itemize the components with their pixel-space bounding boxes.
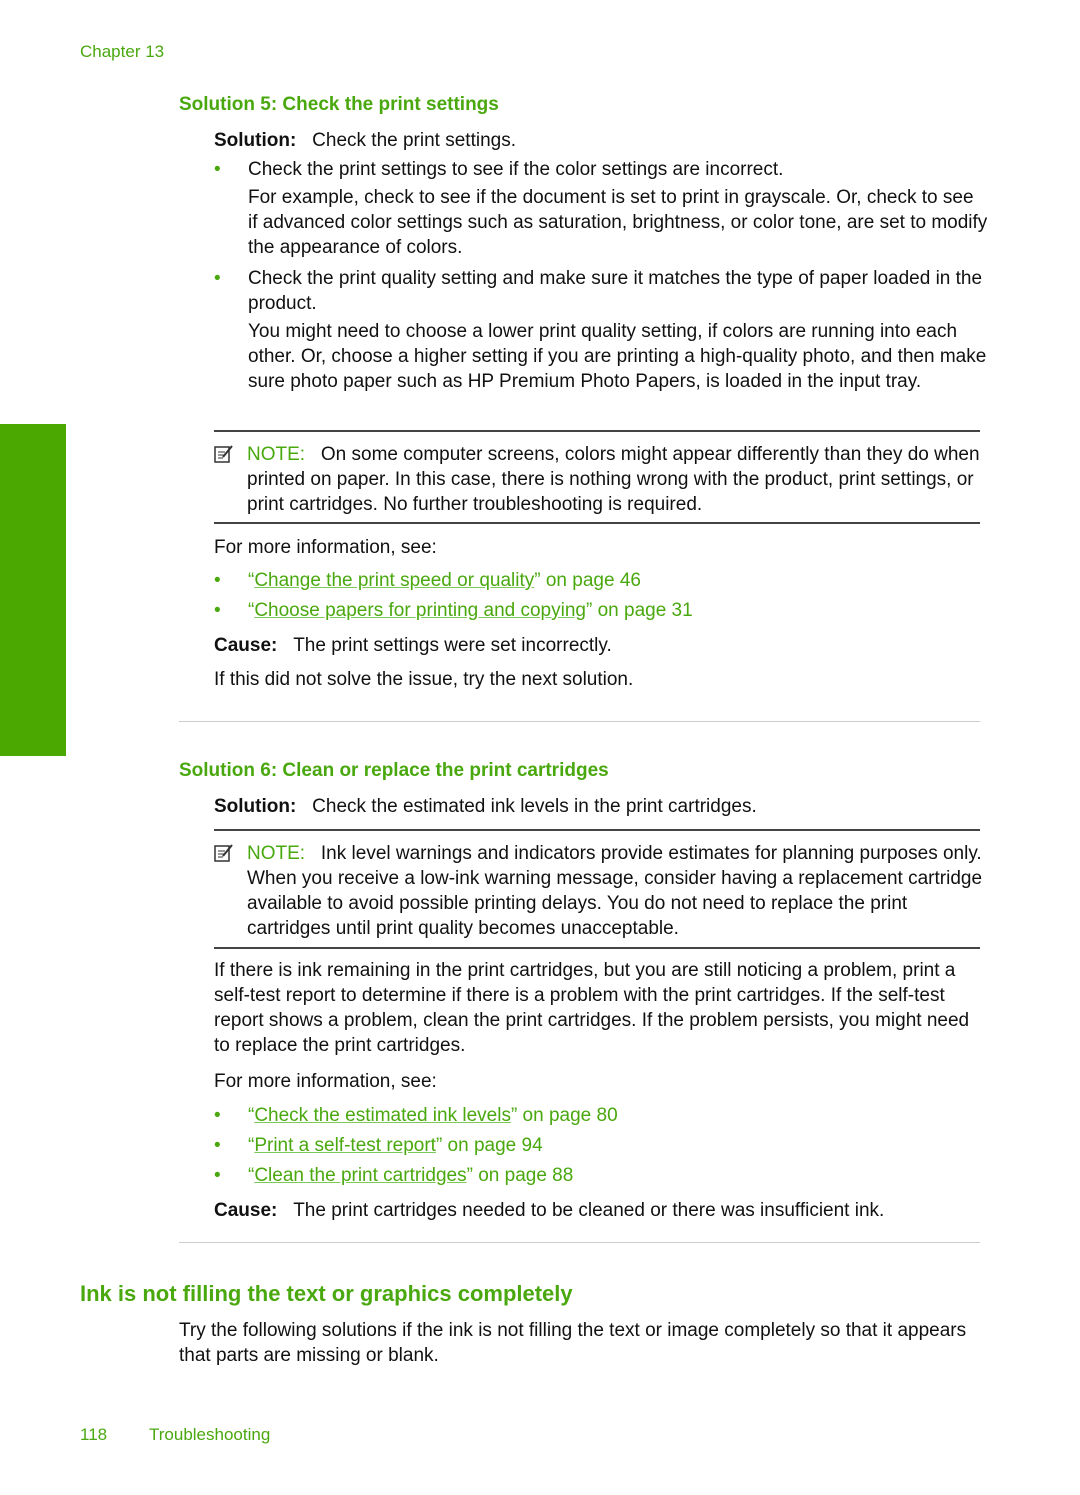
page-ref: ” on page 94 [435, 1135, 543, 1156]
note-label: NOTE: [247, 444, 306, 465]
body-text: If there is ink remaining in the print c… [214, 960, 970, 1056]
side-tab: Troubleshooting [0, 424, 66, 1142]
solution-text: Check the print settings. [312, 130, 516, 151]
note-box: NOTE: On some computer screens, colors m… [214, 430, 980, 524]
solution5-solution: Solution: Check the print settings. [214, 128, 984, 153]
cause-label: Cause: [214, 635, 278, 656]
note-box: NOTE: Ink level warnings and indicators … [214, 829, 983, 949]
note-text: Ink level warnings and indicators provid… [247, 843, 983, 939]
bullet-detail: You might need to choose a lower print q… [248, 321, 987, 392]
page-ref: ” on page 80 [510, 1105, 618, 1126]
bullet-detail: For example, check to see if the documen… [248, 187, 988, 258]
page-ref: ” on page 46 [534, 570, 641, 591]
link-check-ink-levels[interactable]: Check the estimated ink levels [254, 1105, 511, 1126]
link-self-test-report[interactable]: Print a self-test report [254, 1135, 436, 1156]
page-ref: ” on page 88 [466, 1165, 574, 1186]
page-ref: ” on page 31 [585, 600, 693, 621]
page-number: 118 [80, 1425, 108, 1444]
section-title: Ink is not filling the text or graphics … [80, 1281, 573, 1306]
cause-label: Cause: [214, 1200, 278, 1221]
divider [179, 721, 980, 722]
more-info: For more information, see: [214, 537, 437, 558]
bullet-icon: • [214, 1165, 221, 1186]
link-clean-cartridges[interactable]: Clean the print cartridges [254, 1165, 466, 1186]
cause-text: The print settings were set incorrectly. [293, 635, 612, 656]
next-solution-text: If this did not solve the issue, try the… [214, 669, 634, 690]
cause: Cause: The print cartridges needed to be… [214, 1198, 994, 1223]
chapter-label: Chapter 13 [80, 42, 165, 61]
section-intro: Try the following solutions if the ink i… [179, 1320, 967, 1366]
side-tab-label: Troubleshooting [35, 1024, 52, 1142]
more-info: For more information, see: [214, 1071, 437, 1092]
bullet-icon: • [214, 1135, 221, 1156]
bullet-icon: • [214, 159, 221, 180]
bullet-icon: • [214, 1105, 221, 1126]
link-change-print-speed[interactable]: Change the print speed or quality [254, 570, 534, 591]
solution6-solution: Solution: Check the estimated ink levels… [214, 794, 984, 819]
bullet-icon: • [214, 268, 221, 289]
cause: Cause: The print settings were set incor… [214, 633, 984, 658]
solution6-title: Solution 6: Clean or replace the print c… [179, 760, 609, 781]
note-icon [214, 445, 233, 463]
note-label: NOTE: [247, 843, 306, 864]
bullet-icon: • [214, 600, 221, 621]
bullet-icon: • [214, 570, 221, 591]
note-text: On some computer screens, colors might a… [247, 444, 980, 515]
note-icon [214, 844, 233, 862]
link-choose-papers[interactable]: Choose papers for printing and copying [254, 600, 586, 621]
solution-text: Check the estimated ink levels in the pr… [312, 796, 757, 817]
solution-label: Solution: [214, 130, 297, 151]
footer-section: Troubleshooting [149, 1425, 271, 1444]
divider [179, 1242, 980, 1243]
solution5-title: Solution 5: Check the print settings [179, 94, 499, 115]
bullet-text: Check the print quality setting and make… [248, 268, 983, 314]
solution-label: Solution: [214, 796, 297, 817]
bullet-text: Check the print settings to see if the c… [248, 159, 784, 180]
cause-text: The print cartridges needed to be cleane… [293, 1200, 885, 1221]
